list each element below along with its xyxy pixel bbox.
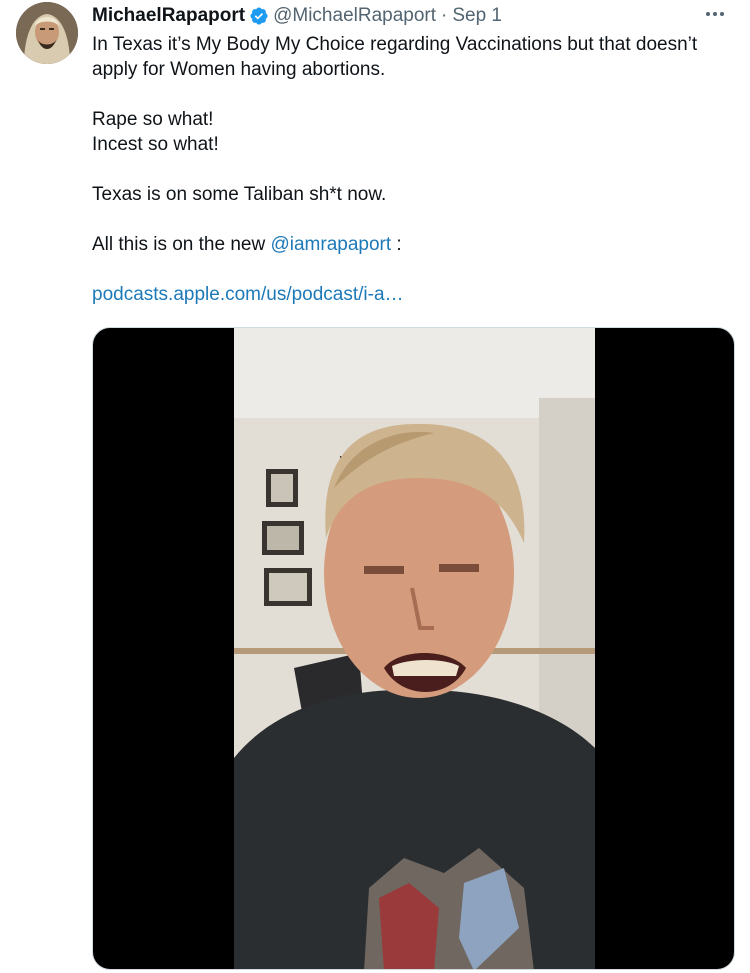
tweet-line: Texas is on some Taliban sh*t now. [92,184,387,205]
verified-badge-icon [250,7,268,25]
tweet-line: In Texas it’s My Body My Choice regardin… [92,34,698,55]
avatar[interactable] [16,2,78,64]
separator-dot: · [441,5,448,26]
display-name[interactable]: MichaelRapaport [92,5,245,27]
author-handle[interactable]: @MichaelRapaport [273,5,436,27]
tweet-line: All this is on the new @iamrapaport : [92,232,732,257]
tweet-line: Rape so what! [92,109,214,130]
tweet: MichaelRapaport @MichaelRapaport · Sep 1… [0,0,750,973]
tweet-line: apply for Women having abortions. [92,59,386,80]
tweet-line-suffix: : [391,234,402,255]
more-options-icon[interactable] [700,2,730,26]
video-still [234,328,595,969]
podcast-link[interactable]: podcasts.apple.com/us/podcast/i-a… [92,282,732,307]
mention-link[interactable]: @iamrapaport [270,234,391,255]
video-frame[interactable] [234,328,595,969]
tweet-line: Incest so what! [92,134,219,155]
avatar-image [16,2,78,64]
tweet-date[interactable]: Sep 1 [452,5,502,27]
video-player[interactable] [92,327,735,970]
tweet-line-prefix: All this is on the new [92,234,271,255]
tweet-header: MichaelRapaport @MichaelRapaport · Sep 1 [92,4,730,28]
tweet-text: In Texas it’s My Body My Choice regardin… [92,32,732,307]
